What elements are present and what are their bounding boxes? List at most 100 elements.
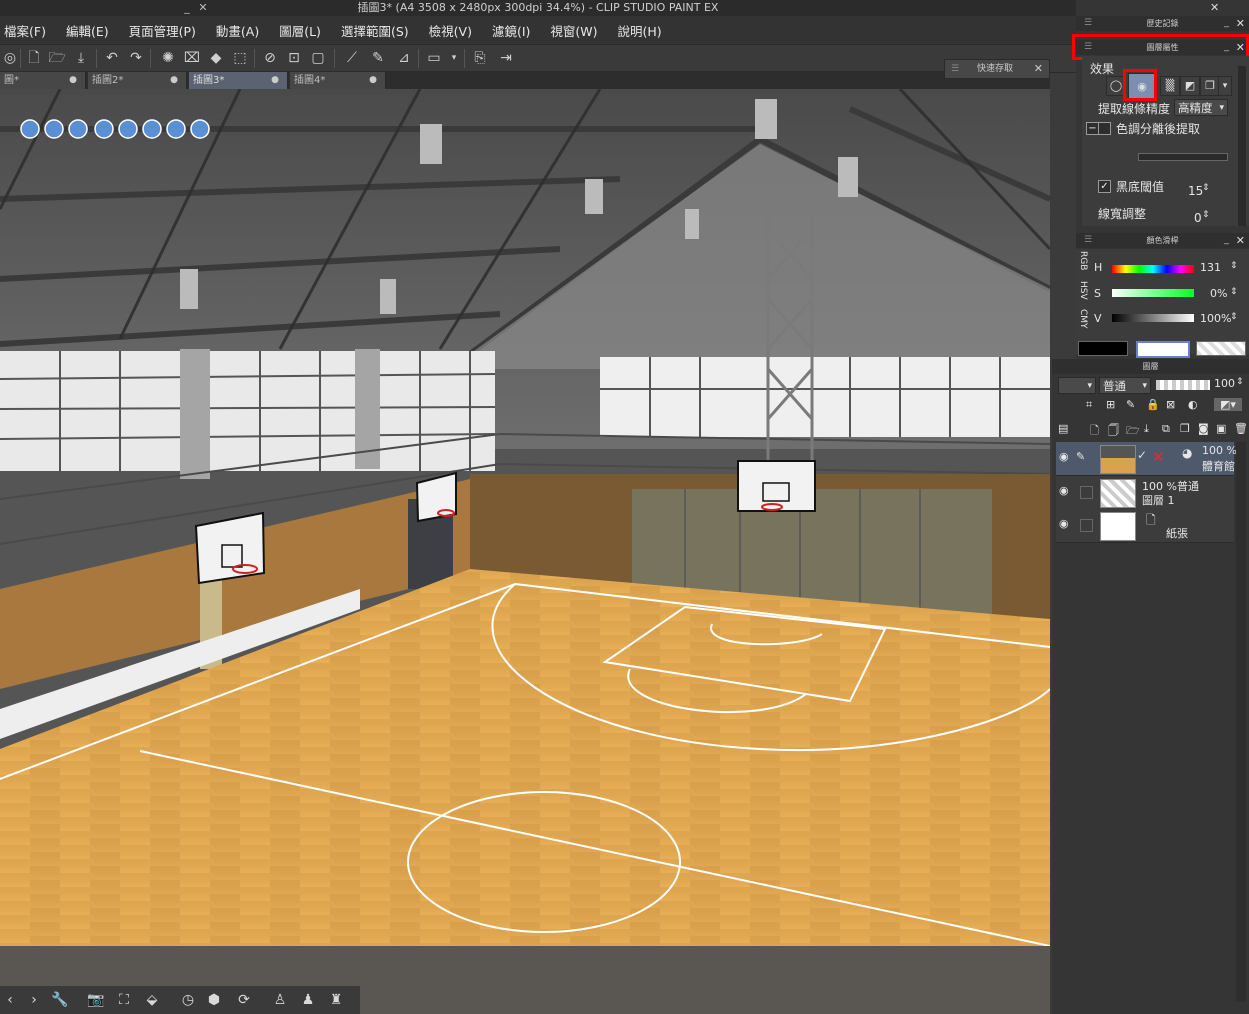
minimize-icon[interactable]: _: [1224, 15, 1229, 30]
figure-settings-icon[interactable]: ♜: [326, 990, 346, 1010]
layer-select-checkbox[interactable]: [1080, 486, 1093, 499]
figure-pose-icon[interactable]: ♙: [270, 990, 290, 1010]
tone-icon[interactable]: ▒: [1160, 76, 1180, 96]
eye-icon[interactable]: ◉: [1059, 517, 1069, 530]
grip-icon[interactable]: ☰: [1084, 233, 1092, 248]
texture-icon[interactable]: ❐: [1200, 76, 1220, 96]
ruler-snap-icon[interactable]: ⟋: [342, 48, 362, 68]
draft-icon[interactable]: ✎: [1126, 398, 1135, 411]
grid-snap-icon[interactable]: ⊿: [394, 48, 414, 68]
close-icon[interactable]: ✕: [1236, 233, 1245, 248]
gym-3d-scene[interactable]: [0, 89, 1050, 946]
layer-name[interactable]: 圖層 1: [1142, 492, 1175, 508]
invert-selection-icon[interactable]: ⊡: [284, 48, 304, 68]
canvas[interactable]: [0, 89, 1050, 946]
apply-mask-icon[interactable]: ▣: [1216, 422, 1226, 435]
eye-icon[interactable]: ◉: [1059, 484, 1069, 497]
new-raster-layer-icon[interactable]: 🗋: [1090, 422, 1099, 441]
layer-color-select[interactable]: ▾: [1058, 377, 1096, 394]
h-value[interactable]: 131: [1200, 261, 1221, 274]
save-icon[interactable]: ⤓: [71, 48, 91, 68]
stepper-icon[interactable]: ⇕: [1230, 287, 1238, 297]
color-slider-panel-header[interactable]: ☰ 顏色滑桿 _ ✕: [1076, 233, 1249, 248]
camera-icon[interactable]: 📷: [86, 990, 106, 1010]
layer-name[interactable]: 紙張: [1166, 525, 1188, 541]
quick-access-panel[interactable]: ☰ 快速存取 ✕: [944, 59, 1050, 79]
tab-document-2[interactable]: 插圖2* ●: [88, 72, 187, 89]
layer-select-checkbox[interactable]: [1080, 519, 1093, 532]
reset-icon[interactable]: ⟳: [234, 990, 254, 1010]
tab-document-4[interactable]: 插圖4* ●: [290, 72, 386, 89]
unsaved-dot-icon[interactable]: ●: [271, 72, 279, 89]
layer-row-1[interactable]: ◉ 100 %普通 圖層 1: [1056, 476, 1234, 510]
s-value[interactable]: 0%: [1210, 287, 1227, 300]
extract-off-icon[interactable]: ✕: [1152, 448, 1165, 466]
display-mode-icon[interactable]: ▭: [424, 48, 444, 68]
minimize-button[interactable]: _: [180, 0, 194, 16]
transfer-down-icon[interactable]: ⤓: [1144, 422, 1149, 436]
wrench-icon[interactable]: 🔧: [50, 990, 70, 1010]
tab-rgb[interactable]: RGB: [1078, 251, 1088, 270]
stepper-icon[interactable]: ⇕: [1236, 377, 1244, 387]
history-panel-header[interactable]: ☰ 歷史記錄 _ ✕: [1076, 16, 1249, 31]
close-icon[interactable]: ✕: [1236, 16, 1245, 31]
stepper-icon[interactable]: ⇕: [1230, 312, 1238, 322]
grip-icon[interactable]: ☰: [951, 60, 959, 78]
layer-name[interactable]: 體育館: [1202, 458, 1235, 474]
close-icon[interactable]: ✕: [196, 0, 210, 16]
lock-transparent-icon[interactable]: ⊠: [1166, 398, 1175, 411]
reference-icon[interactable]: ⊞: [1106, 398, 1115, 411]
stepper-icon[interactable]: ⇕: [1202, 210, 1210, 220]
trash-icon[interactable]: 🗑: [1234, 422, 1248, 435]
stepper-icon[interactable]: ⇕: [1230, 261, 1238, 271]
menu-selection[interactable]: 選擇範圍(S): [331, 21, 419, 40]
clear-icon[interactable]: ⌧: [182, 48, 202, 68]
transform-icon[interactable]: ⬚: [230, 48, 250, 68]
transparent-color-swatch[interactable]: [1196, 341, 1246, 356]
unsaved-dot-icon[interactable]: ●: [369, 72, 377, 89]
panel-scrollbar[interactable]: [1238, 66, 1246, 226]
eye-icon[interactable]: ◉: [1059, 450, 1069, 463]
export-icon[interactable]: ⎘: [470, 48, 490, 68]
special-ruler-icon[interactable]: ✎: [368, 48, 388, 68]
new-file-icon[interactable]: 🗋: [24, 48, 44, 68]
tab-hsv[interactable]: HSV: [1078, 281, 1088, 300]
clip-icon[interactable]: ⌗: [1086, 398, 1092, 412]
open-folder-icon[interactable]: 🗁: [47, 48, 67, 68]
blend-mode-select[interactable]: 普通 ▾: [1099, 377, 1151, 394]
opacity-value[interactable]: 100: [1214, 377, 1235, 390]
clock-icon[interactable]: ◷: [178, 990, 198, 1010]
menu-edit[interactable]: 編輯(E): [56, 21, 119, 40]
create-mask-icon[interactable]: ◙: [1198, 422, 1209, 435]
line-width-value[interactable]: 0: [1194, 211, 1202, 225]
tab-document-3[interactable]: 插圖3* ●: [189, 72, 288, 89]
new-folder-icon[interactable]: 🗁: [1126, 422, 1140, 441]
hue-slider[interactable]: [1112, 265, 1194, 273]
v-value[interactable]: 100%: [1200, 312, 1231, 325]
layer-color-icon[interactable]: ◩: [1180, 76, 1200, 96]
layer-row-paper[interactable]: ◉ 🗋 紙張: [1056, 509, 1234, 543]
extract-precision-select[interactable]: 高精度 ▾: [1174, 99, 1228, 116]
app-icon[interactable]: ◎: [0, 48, 20, 68]
undo-icon[interactable]: ↶: [102, 48, 122, 68]
chevron-down-icon[interactable]: ▾: [444, 48, 464, 68]
tab-cmy[interactable]: CMY: [1078, 309, 1088, 329]
menu-help[interactable]: 說明(H): [608, 21, 672, 40]
pencil-icon[interactable]: ✎: [1076, 450, 1085, 463]
floor-icon[interactable]: ⬙: [142, 990, 162, 1010]
menu-filter[interactable]: 濾鏡(I): [482, 21, 540, 40]
sub-color-swatch[interactable]: [1136, 341, 1190, 358]
menu-layer[interactable]: 圖層(L): [269, 21, 331, 40]
grip-icon[interactable]: ☰: [1084, 16, 1092, 31]
close-icon[interactable]: ✕: [1210, 0, 1230, 15]
chevron-right-icon[interactable]: ›: [24, 990, 44, 1010]
saturation-slider[interactable]: [1112, 289, 1194, 297]
menu-window[interactable]: 視窗(W): [540, 21, 607, 40]
chevron-down-icon[interactable]: ▾: [1218, 76, 1232, 96]
menu-page-management[interactable]: 頁面管理(P): [119, 21, 206, 40]
menu-animation[interactable]: 動畫(A): [206, 21, 269, 40]
redo-icon[interactable]: ↷: [126, 48, 146, 68]
minimize-icon[interactable]: _: [1224, 232, 1229, 247]
unsaved-dot-icon[interactable]: ●: [170, 72, 178, 89]
deselect-icon[interactable]: ⊘: [260, 48, 280, 68]
